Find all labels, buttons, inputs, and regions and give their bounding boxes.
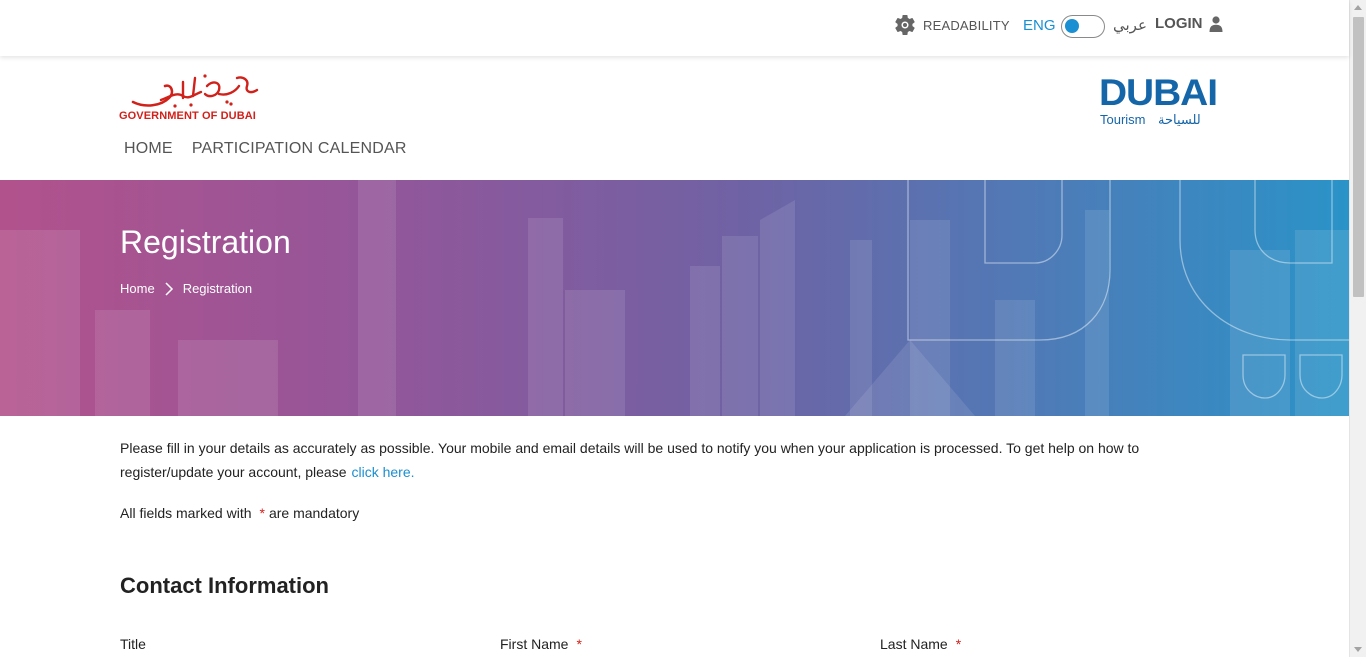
field-label-first-name-text: First Name <box>500 636 569 652</box>
breadcrumb-current: Registration <box>182 281 253 296</box>
breadcrumb: Home Registration <box>120 281 252 296</box>
scrollbar-thumb[interactable] <box>1353 17 1364 297</box>
intro-paragraph: Please fill in your details as accuratel… <box>120 436 1230 484</box>
scroll-down-arrow-icon[interactable] <box>1354 647 1362 652</box>
mandatory-prefix: All fields marked with <box>120 505 252 521</box>
required-star: * <box>576 636 582 652</box>
government-of-dubai-logo-mark <box>131 74 259 108</box>
nav-participation-calendar[interactable]: PARTICIPATION CALENDAR <box>192 140 407 158</box>
login-label: LOGIN <box>1155 15 1203 32</box>
chevron-right-icon <box>165 281 173 296</box>
toggle-knob <box>1065 19 1079 33</box>
readability-button[interactable]: READABILITY <box>893 13 1010 37</box>
page-scrollbar[interactable] <box>1349 0 1366 657</box>
intro-text: Please fill in your details as accuratel… <box>120 440 1140 480</box>
user-icon <box>1209 15 1222 32</box>
government-of-dubai-logo[interactable]: GOVERNMENT OF DUBAI <box>119 72 264 124</box>
breadcrumb-home[interactable]: Home <box>120 281 155 296</box>
main-nav: HOME PARTICIPATION CALENDAR <box>124 140 407 158</box>
gear-icon <box>895 15 915 35</box>
dubai-logo-tourism: Tourism <box>1100 112 1146 127</box>
mandatory-suffix: are mandatory <box>268 505 360 521</box>
nav-home[interactable]: HOME <box>124 140 173 158</box>
login-button[interactable]: LOGIN <box>1155 15 1223 32</box>
section-title-contact-information: Contact Information <box>120 573 329 598</box>
page-banner: Registration Home Registration <box>0 180 1349 416</box>
field-label-last-name: Last Name * <box>880 636 965 652</box>
mandatory-note: All fields marked with * are mandatory <box>120 505 359 521</box>
top-utility-bar: READABILITY ENG عربي LOGIN <box>0 0 1349 56</box>
government-of-dubai-text: GOVERNMENT OF DUBAI <box>119 110 256 122</box>
field-label-title-text: Title <box>120 636 146 652</box>
required-star: * <box>955 636 962 652</box>
field-label-last-name-text: Last Name <box>880 636 948 652</box>
dubai-tourism-logo[interactable]: DUBAI Tourism للسياحة <box>1098 70 1220 130</box>
dubai-logo-wordmark: DUBAI <box>1099 72 1217 113</box>
field-label-first-name: First Name * <box>500 636 586 652</box>
field-label-title: Title <box>120 636 146 652</box>
site-header: GOVERNMENT OF DUBAI DUBAI Tourism للسياح… <box>0 56 1349 180</box>
language-arabic[interactable]: عربي <box>1113 16 1147 34</box>
scroll-up-arrow-icon[interactable] <box>1354 5 1362 10</box>
language-toggle[interactable] <box>1061 15 1105 38</box>
language-english[interactable]: ENG <box>1023 17 1056 34</box>
help-link[interactable]: click here. <box>351 464 414 480</box>
page-title: Registration <box>120 224 291 260</box>
required-star: * <box>259 505 265 521</box>
dubai-logo-arabic: للسياحة <box>1158 113 1201 128</box>
skyline-image <box>0 180 1349 416</box>
readability-label: READABILITY <box>923 17 1010 33</box>
